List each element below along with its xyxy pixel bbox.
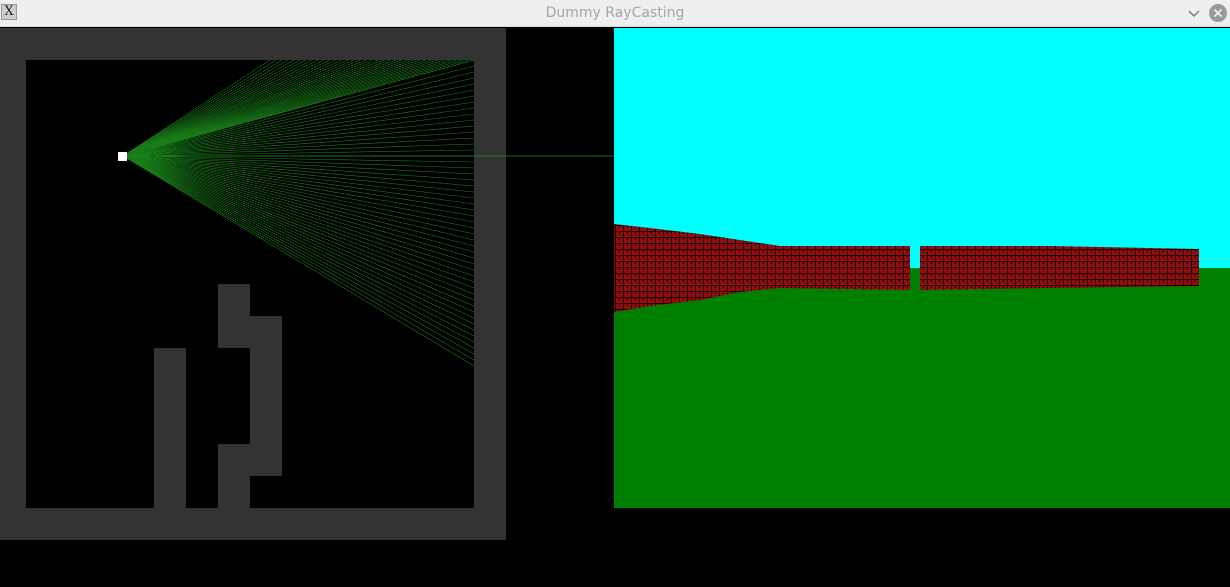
game-canvas[interactable] <box>0 28 1230 587</box>
map-wall-block <box>218 444 250 508</box>
game-surface <box>0 28 1230 540</box>
raycast-view <box>614 28 1230 508</box>
ground <box>614 268 1230 508</box>
map-wall-block <box>154 348 186 508</box>
player-marker <box>118 152 127 161</box>
window-title: Dummy RayCasting <box>545 5 685 21</box>
close-icon[interactable] <box>1209 4 1227 22</box>
wall-right <box>920 246 1199 290</box>
sky <box>614 28 1230 268</box>
minimap <box>0 28 614 540</box>
chevron-down-icon[interactable] <box>1186 5 1202 21</box>
window-titlebar: X Dummy RayCasting <box>0 0 1230 27</box>
